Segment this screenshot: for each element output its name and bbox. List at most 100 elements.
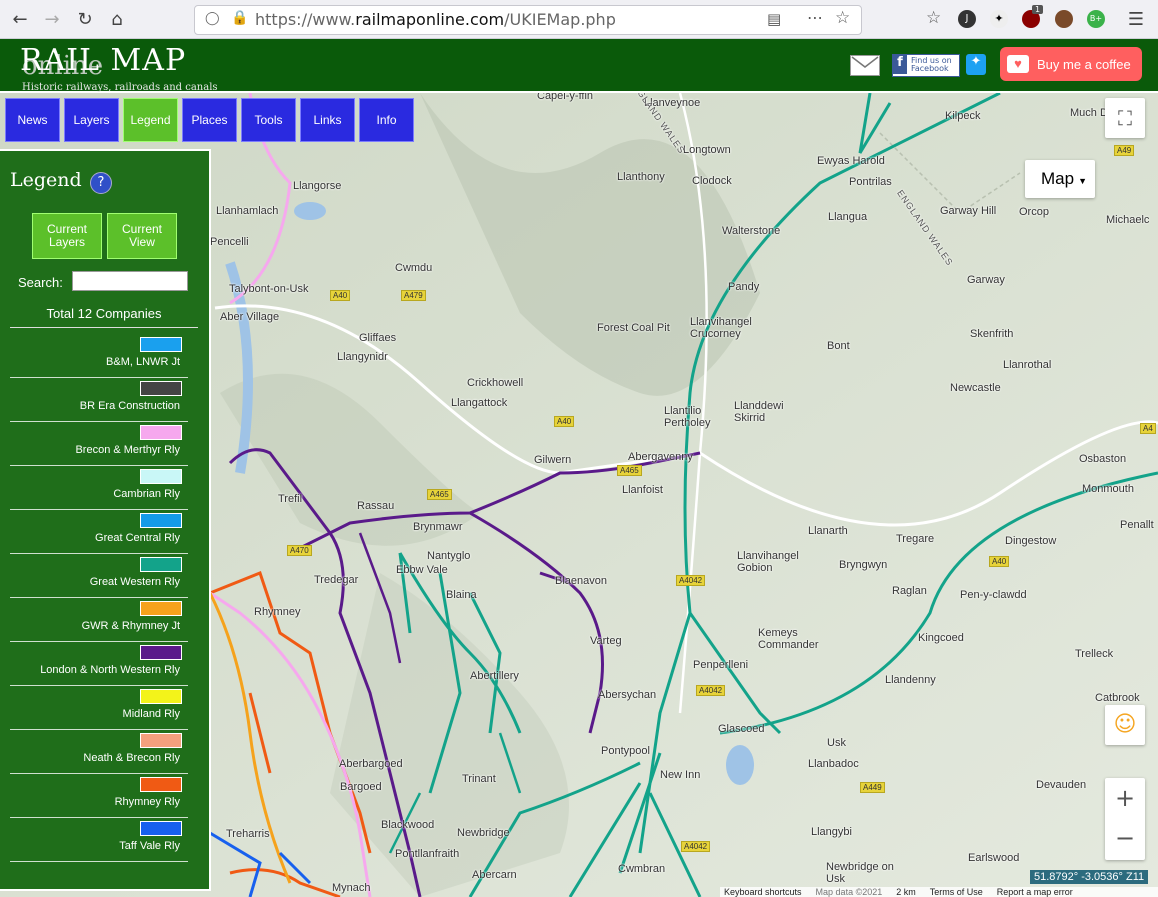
url-text[interactable]: https://www.railmaponline.com/UKIEMap.ph… — [255, 10, 616, 29]
place-label: Capel-y-ffin — [537, 93, 594, 102]
color-swatch — [140, 381, 182, 396]
home-icon[interactable]: ⌂ — [105, 7, 129, 31]
place-label: Longtown — [683, 144, 731, 156]
menu-icon[interactable]: ☰ — [1124, 7, 1148, 31]
map-type-select[interactable]: Map ▼ — [1025, 160, 1095, 198]
reload-icon[interactable]: ↻ — [73, 7, 97, 31]
grade-extension-icon[interactable]: B+ — [1087, 10, 1105, 28]
company-name: Great Central Rly — [95, 532, 180, 544]
bookmark-star-icon[interactable]: ☆ — [835, 8, 850, 28]
place-label: Osbaston — [1079, 453, 1127, 465]
help-icon[interactable]: ? — [90, 172, 112, 194]
nav-tools[interactable]: Tools — [241, 98, 296, 142]
back-icon[interactable]: ← — [8, 7, 32, 31]
road-label: A465 — [617, 465, 642, 476]
place-label: Nantyglo — [427, 550, 471, 562]
place-label: Dingestow — [1005, 535, 1057, 547]
place-label: Llangybi — [811, 826, 852, 838]
library-icon[interactable]: ☆ — [926, 8, 941, 28]
cookie-icon[interactable] — [1055, 10, 1073, 28]
place-label: Llangynidr — [337, 351, 388, 363]
place-label: Michaelc — [1106, 214, 1150, 226]
color-swatch — [140, 821, 182, 836]
nav-legend[interactable]: Legend — [123, 98, 178, 142]
current-view-button[interactable]: Current View — [107, 213, 177, 259]
legend-row-gwr-rhymney[interactable]: GWR & Rhymney Jt — [10, 599, 188, 642]
place-label: Llanthony — [617, 171, 665, 183]
company-total: Total 12 Companies — [10, 306, 198, 328]
legend-row-brecon-merthyr[interactable]: Brecon & Merthyr Rly — [10, 423, 188, 466]
place-label: Rassau — [357, 500, 395, 512]
zoom-out-button[interactable]: − — [1105, 818, 1145, 858]
email-icon[interactable] — [850, 55, 880, 76]
tagline: Historic railways, railroads and canals — [22, 82, 218, 93]
place-label: Blaina — [446, 589, 477, 601]
extension-bird-icon[interactable]: ✦ — [990, 10, 1008, 28]
forward-icon[interactable]: → — [40, 7, 64, 31]
nav-layers[interactable]: Layers — [64, 98, 119, 142]
road-label: A4042 — [696, 685, 726, 696]
buy-coffee-button[interactable]: ♥ Buy me a coffee — [1000, 47, 1142, 81]
current-layers-button[interactable]: Current Layers — [32, 213, 102, 259]
place-label: New Inn — [660, 769, 701, 781]
color-swatch — [140, 689, 182, 704]
legend-row-br-era[interactable]: BR Era Construction — [10, 379, 188, 422]
color-swatch — [140, 733, 182, 748]
place-label: Trinant — [462, 773, 496, 785]
zoom-in-button[interactable]: + — [1105, 778, 1145, 818]
color-swatch — [140, 513, 182, 528]
nav-info[interactable]: Info — [359, 98, 414, 142]
nav-news[interactable]: News — [5, 98, 60, 142]
pegman-icon[interactable]: ☺ — [1105, 705, 1145, 745]
legend-row-taff-vale[interactable]: Taff Vale Rly — [10, 819, 188, 862]
account-icon[interactable]: J — [958, 10, 976, 28]
nav-links[interactable]: Links — [300, 98, 355, 142]
page-actions-icon[interactable]: ⋯ — [807, 8, 823, 27]
logo-main[interactable]: RAIL MAP — [20, 43, 186, 78]
place-label: Llanhamlach — [216, 205, 279, 217]
report-error-link[interactable]: Report a map error — [997, 887, 1073, 897]
map-data-credit[interactable]: Map data ©2021 — [816, 887, 883, 897]
keyboard-shortcuts-link[interactable]: Keyboard shortcuts — [724, 887, 802, 897]
place-label: Blaenavon — [555, 575, 607, 587]
place-label: Blackwood — [381, 819, 435, 831]
scale-bar[interactable]: 2 km — [896, 887, 916, 897]
legend-row-midland[interactable]: Midland Rly — [10, 687, 188, 730]
road-label: A4042 — [681, 841, 711, 852]
twitter-icon: ✦ — [970, 54, 982, 69]
place-label: Pen-y-clawdd — [960, 589, 1027, 601]
company-name: GWR & Rhymney Jt — [81, 620, 180, 632]
legend-row-bm-lnwr[interactable]: B&M, LNWR Jt — [10, 335, 188, 378]
color-swatch — [140, 557, 182, 572]
place-label: Llanddewi Skirrid — [734, 400, 784, 424]
legend-row-neath-brecon[interactable]: Neath & Brecon Rly — [10, 731, 188, 774]
nav-places[interactable]: Places — [182, 98, 237, 142]
twitter-button[interactable]: ✦ — [966, 54, 986, 75]
place-label: Llantilio Pertholey — [664, 405, 711, 429]
place-label: Kilpeck — [945, 110, 981, 122]
coordinate-readout: 51.8792° -3.0536° Z11 — [1030, 870, 1149, 884]
place-label: Tredegar — [314, 574, 359, 586]
url-bar[interactable]: ◯ 🔒 https://www.railmaponline.com/UKIEMa… — [194, 5, 862, 35]
road-label: A40 — [554, 416, 575, 427]
fullscreen-button[interactable]: ⛶ — [1105, 98, 1145, 138]
legend-row-great-central[interactable]: Great Central Rly — [10, 511, 188, 554]
color-swatch — [140, 601, 182, 616]
place-label: Usk — [827, 737, 846, 749]
legend-row-cambrian[interactable]: Cambrian Rly — [10, 467, 188, 510]
search-input[interactable] — [72, 271, 188, 291]
place-label: Trefil — [278, 493, 303, 505]
company-name: B&M, LNWR Jt — [106, 356, 180, 368]
legend-row-lnwr[interactable]: London & North Western Rly — [10, 643, 188, 686]
legend-row-great-western[interactable]: Great Western Rly — [10, 555, 188, 598]
road-label: A449 — [860, 782, 885, 793]
place-label: Orcop — [1019, 206, 1049, 218]
place-label: Llandenny — [885, 674, 936, 686]
place-label: Llanfoist — [622, 484, 663, 496]
legend-row-rhymney[interactable]: Rhymney Rly — [10, 775, 188, 818]
lock-icon[interactable]: 🔒 — [231, 10, 248, 26]
facebook-button[interactable]: f Find us on Facebook — [892, 54, 960, 77]
terms-link[interactable]: Terms of Use — [930, 887, 983, 897]
reader-view-icon[interactable]: ▤ — [767, 10, 781, 28]
shield-icon[interactable]: ◯ — [205, 11, 220, 26]
